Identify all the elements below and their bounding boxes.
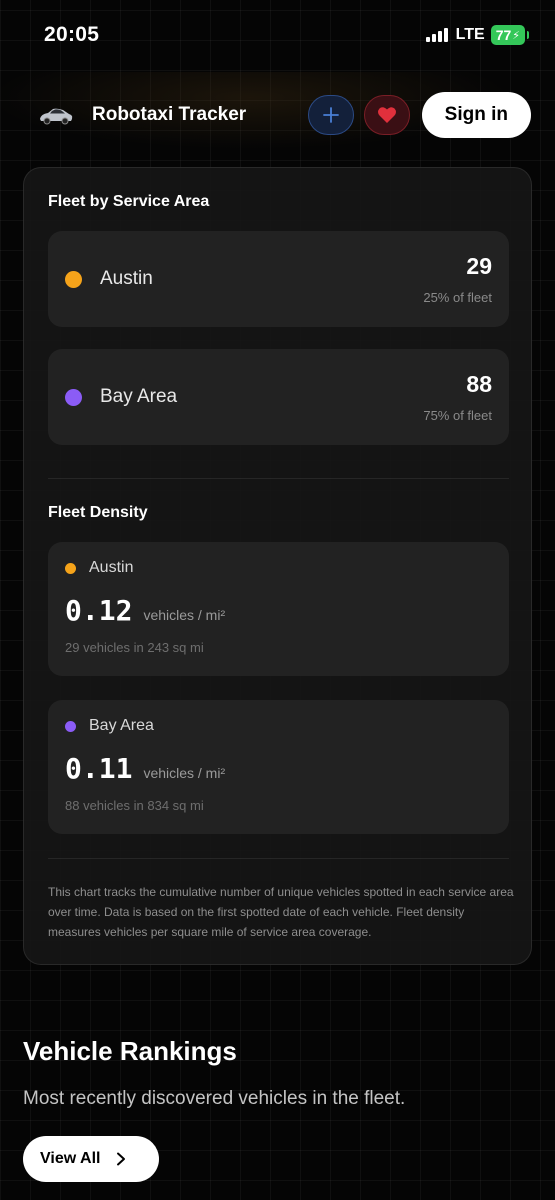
density-area-name: Austin bbox=[89, 559, 134, 576]
battery-icon: 77 ⚡ bbox=[490, 25, 530, 45]
fleet-density-title: Fleet Density bbox=[48, 504, 148, 521]
density-unit: vehicles / mi² bbox=[143, 765, 226, 781]
favorites-button[interactable] bbox=[363, 95, 410, 135]
area-name: Bay Area bbox=[100, 386, 178, 407]
rankings-subtitle: Most recently discovered vehicles in the… bbox=[23, 1088, 406, 1109]
area-row-bay-area: Bay Area 88 75% of fleet bbox=[48, 349, 509, 445]
density-value: 0.11 bbox=[65, 752, 133, 785]
density-value: 0.12 bbox=[65, 594, 133, 627]
app-title: Robotaxi Tracker bbox=[92, 104, 247, 125]
density-area-name: Bay Area bbox=[89, 717, 154, 734]
app-header: Robotaxi Tracker Sign in bbox=[0, 72, 555, 158]
austin-color-dot bbox=[65, 562, 76, 574]
fleet-stats-card: Fleet by Service Area Austin 29 25% of f… bbox=[23, 167, 532, 965]
rankings-title: Vehicle Rankings bbox=[23, 1036, 237, 1066]
plus-icon bbox=[322, 107, 339, 123]
add-button[interactable] bbox=[307, 95, 354, 135]
area-count: 29 bbox=[466, 253, 492, 279]
density-detail: 29 vehicles in 243 sq mi bbox=[65, 640, 204, 655]
heart-icon bbox=[377, 107, 396, 123]
area-name: Austin bbox=[100, 268, 153, 289]
charging-icon: ⚡ bbox=[512, 29, 520, 42]
section-divider bbox=[48, 478, 509, 479]
status-indicators: LTE 77 ⚡ bbox=[425, 25, 530, 45]
area-row-austin: Austin 29 25% of fleet bbox=[48, 231, 509, 327]
bay-area-color-dot bbox=[65, 720, 76, 732]
chart-footnote: This chart tracks the cumulative number … bbox=[48, 885, 514, 939]
status-bar: 20:05 LTE 77 ⚡ bbox=[0, 0, 555, 70]
area-percent: 75% of fleet bbox=[423, 408, 492, 423]
signal-icon bbox=[425, 28, 448, 42]
fleet-by-area-title: Fleet by Service Area bbox=[48, 193, 210, 210]
sign-in-button[interactable]: Sign in bbox=[421, 92, 531, 138]
density-unit: vehicles / mi² bbox=[143, 607, 226, 623]
density-row-austin: Austin 0.12 vehicles / mi² 29 vehicles i… bbox=[48, 542, 509, 676]
density-row-bay-area: Bay Area 0.11 vehicles / mi² 88 vehicles… bbox=[48, 700, 509, 834]
status-time: 20:05 bbox=[44, 23, 100, 46]
network-type: LTE bbox=[455, 26, 485, 43]
bay-area-color-dot bbox=[65, 388, 82, 406]
battery-level: 77 bbox=[495, 27, 512, 43]
section-divider bbox=[48, 858, 509, 859]
view-all-button[interactable]: View All bbox=[23, 1136, 159, 1182]
car-icon bbox=[40, 108, 73, 125]
austin-color-dot bbox=[65, 270, 82, 288]
area-count: 88 bbox=[466, 371, 492, 397]
density-detail: 88 vehicles in 834 sq mi bbox=[65, 798, 204, 813]
chevron-right-icon bbox=[116, 1152, 126, 1166]
view-all-label: View All bbox=[40, 1150, 101, 1167]
area-percent: 25% of fleet bbox=[423, 290, 492, 305]
